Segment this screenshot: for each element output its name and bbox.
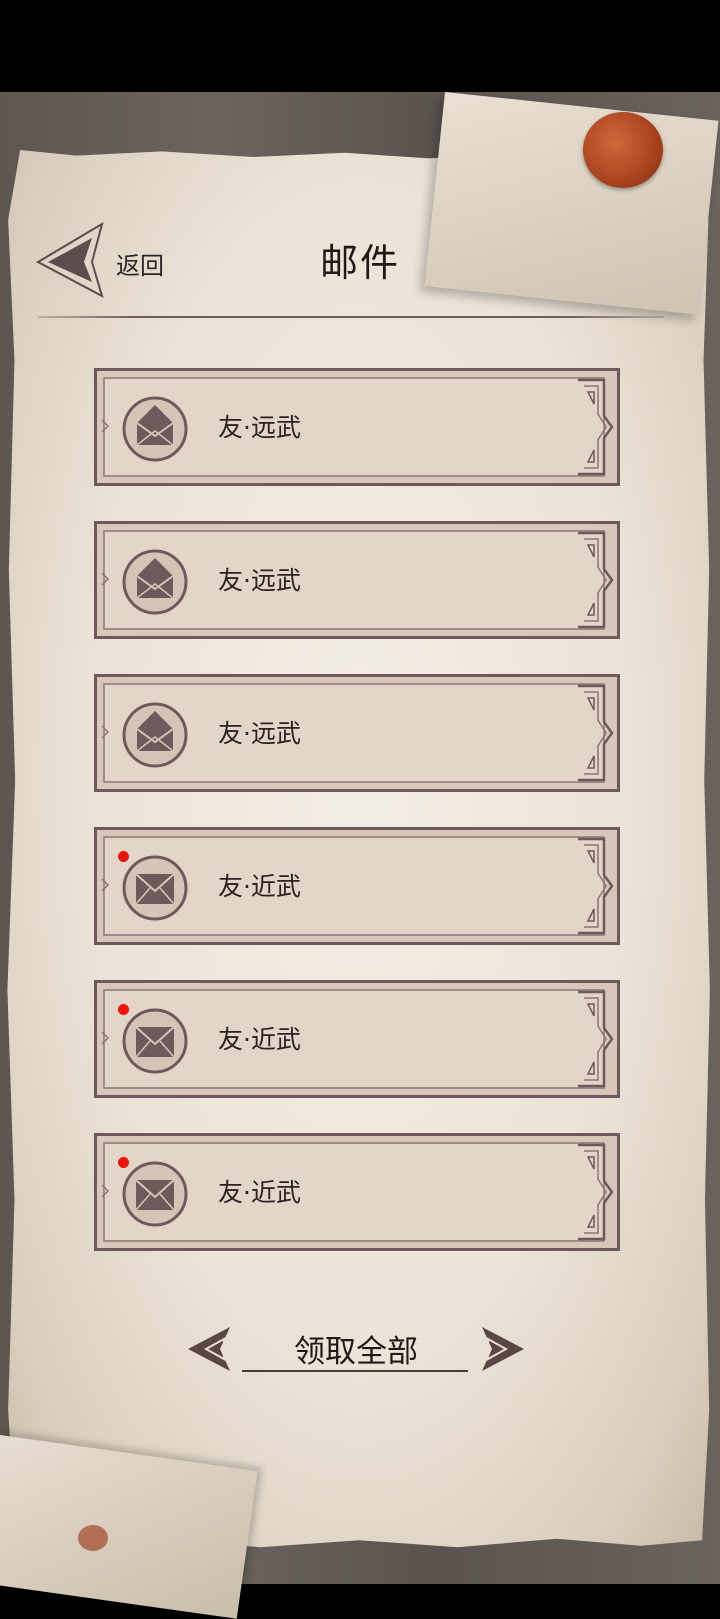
mail-sender: 友·近武 [218,1025,301,1054]
envelope-closed-icon [122,1008,188,1074]
mail-item[interactable]: 友·近武 [94,1133,620,1251]
unread-indicator [118,1004,129,1015]
mail-item[interactable]: 友·近武 [94,827,620,945]
arrow-right-icon [482,1327,524,1371]
unread-indicator [118,851,129,862]
mail-sender: 友·远武 [218,566,301,595]
envelope-closed-icon [122,855,188,921]
mail-sender: 友·近武 [218,872,301,901]
mail-list: 友·远武 友·远武 友·远武 友·近武 友·近武 友·近武 [94,368,620,1286]
page-title: 邮件 [319,241,400,285]
wax-seal-icon [583,112,663,188]
claim-all-button[interactable]: 领取全部 [186,1320,526,1382]
mail-sender: 友·远武 [218,719,301,748]
claim-underline [242,1370,468,1372]
envelope-open-icon [122,549,188,615]
mail-sender: 友·远武 [218,413,301,442]
small-wax-seal-icon [78,1525,108,1551]
mail-item[interactable]: 友·远武 [94,674,620,792]
header-divider [38,316,664,318]
envelope-closed-icon [122,1161,188,1227]
envelope-open-icon [122,396,188,462]
unread-indicator [118,1157,129,1168]
status-bar [0,0,720,92]
claim-all-label: 领取全部 [294,1334,418,1370]
arrow-left-icon [188,1327,230,1371]
envelope-open-icon [122,702,188,768]
mail-item[interactable]: 友·近武 [94,980,620,1098]
mail-item[interactable]: 友·远武 [94,521,620,639]
mail-item[interactable]: 友·远武 [94,368,620,486]
mail-sender: 友·近武 [218,1178,301,1207]
